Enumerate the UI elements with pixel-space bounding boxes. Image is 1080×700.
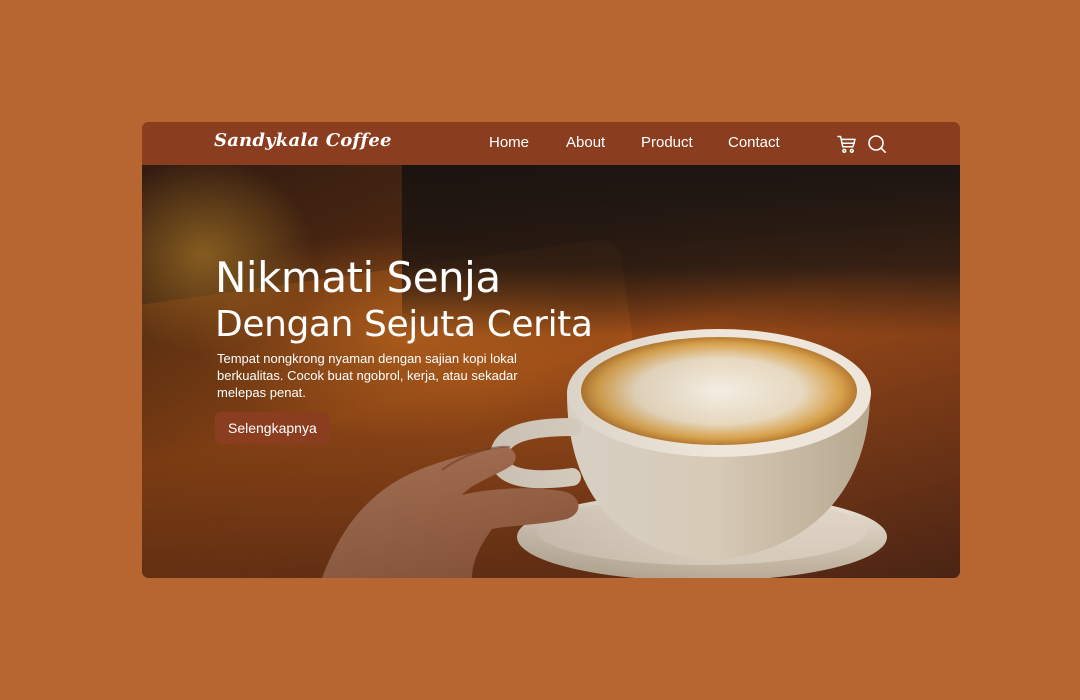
landing-page-frame: Sandykala Coffee Home About Product Cont… [142,122,960,578]
hero-title-line2: Dengan Sejuta Cerita [215,304,593,345]
cart-icon[interactable] [836,133,858,155]
selengkapnya-button[interactable]: Selengkapnya [215,412,330,444]
hero-content: Nikmati Senja Dengan Sejuta Cerita Tempa… [215,252,635,444]
brand-logo[interactable]: Sandykala Coffee [214,130,392,151]
navbar: Sandykala Coffee Home About Product Cont… [142,122,960,165]
nav-about-link[interactable]: About [566,134,605,151]
nav-product-link[interactable]: Product [641,134,693,151]
nav-contact-link[interactable]: Contact [728,134,780,151]
hero-description: Tempat nongkrong nyaman dengan sajian ko… [217,351,518,400]
search-icon[interactable] [866,133,888,155]
hero-title-line1: Nikmati Senja [215,253,501,302]
nav-home-link[interactable]: Home [489,134,529,151]
hero-section: Nikmati Senja Dengan Sejuta Cerita Tempa… [142,165,960,578]
